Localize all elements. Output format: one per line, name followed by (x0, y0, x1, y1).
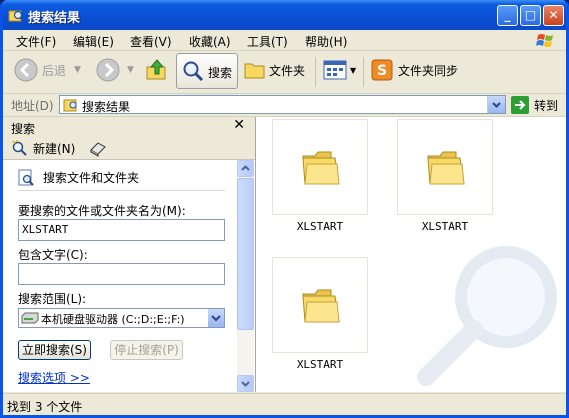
magnifier-icon (183, 61, 204, 82)
forward-dropdown-icon[interactable]: ▼ (127, 65, 134, 75)
heading-divider (18, 190, 225, 191)
up-folder-button[interactable] (145, 51, 169, 89)
new-search-label: 新建(N) (33, 141, 76, 156)
new-search-button[interactable]: 新建(N) (11, 139, 75, 157)
address-value: 搜索结果 (82, 100, 131, 114)
forward-arrow-icon (96, 58, 120, 82)
folders-icon (244, 63, 265, 79)
search-results-icon (63, 99, 77, 112)
folder-icon (427, 151, 465, 185)
result-name: XLSTART (421, 220, 469, 233)
lookin-value: 本机硬盘驱动器 (C:;D:;E:;F:) (41, 313, 185, 326)
search-form: 搜索文件和文件夹 要搜索的文件或文件夹名为(M): XLSTART 包含文字(C… (3, 160, 237, 392)
toolbar-separator (315, 57, 316, 87)
search-toolbar-label: 搜索 (208, 66, 233, 80)
search-folder-icon (8, 10, 24, 22)
scroll-thumb[interactable] (237, 178, 254, 330)
menu-bar: 文件(F) 编辑(E) 查看(V) 收藏(A) 工具(T) 帮助(H) (3, 30, 566, 51)
search-heading: 搜索文件和文件夹 (43, 171, 140, 185)
folder-sync-icon: S (371, 59, 393, 81)
stop-search-button[interactable]: 停止搜索(P) (110, 340, 183, 360)
address-input[interactable]: 搜索结果 (59, 95, 506, 114)
go-label: 转到 (534, 98, 559, 113)
search-pane-title: 搜索 (11, 122, 36, 136)
go-button[interactable]: 转到 (511, 95, 558, 115)
window-title: 搜索结果 (28, 11, 81, 26)
search-options-link[interactable]: 搜索选项 >> (18, 369, 90, 386)
minimize-button[interactable]: _ (497, 5, 518, 26)
result-item[interactable]: XLSTART (397, 119, 493, 239)
back-label: 后退 (42, 63, 67, 78)
chevron-down-icon (241, 381, 250, 387)
result-item[interactable]: XLSTART (272, 257, 368, 377)
menu-edit[interactable]: 编辑(E) (73, 33, 114, 50)
close-button[interactable]: ✕ (543, 5, 564, 26)
folder-icon (302, 151, 340, 185)
name-label: 要搜索的文件或文件夹名为(M): (18, 204, 186, 218)
status-bar: 找到 3 个文件 (3, 393, 566, 415)
lookin-label: 搜索范围(L): (18, 292, 87, 306)
forward-button[interactable]: ▼ (95, 51, 134, 89)
contains-input[interactable] (18, 263, 225, 285)
search-toolbar-button[interactable]: 搜索 (176, 53, 238, 89)
folder-sync-button[interactable]: S 文件夹同步 (371, 51, 458, 89)
search-pane: 搜索 ✕ 新建(N) 搜索文件和文件夹 要搜索的文件或文件夹名为(M): XLS… (3, 117, 256, 392)
result-thumbnail (397, 119, 493, 215)
result-item[interactable]: XLSTART (272, 119, 368, 239)
toolbar-separator (363, 57, 364, 87)
watermark-magnifier-icon (417, 246, 557, 386)
folder-sync-label: 文件夹同步 (398, 63, 459, 78)
search-document-icon (18, 169, 34, 186)
hard-drive-icon (21, 312, 39, 324)
address-label: 地址(D) (11, 99, 54, 113)
back-dropdown-icon[interactable]: ▼ (74, 65, 81, 75)
address-dropdown-button[interactable] (487, 96, 505, 113)
folder-icon (302, 289, 340, 323)
scroll-down-button[interactable] (237, 375, 254, 392)
back-arrow-icon (14, 58, 38, 82)
result-name: XLSTART (296, 220, 344, 233)
result-name: XLSTART (296, 358, 344, 371)
menu-favorites[interactable]: 收藏(A) (189, 33, 231, 50)
menu-file[interactable]: 文件(F) (16, 33, 56, 50)
go-arrow-icon (511, 96, 529, 114)
up-folder-icon (146, 59, 166, 80)
new-search-icon (12, 140, 27, 156)
lookin-select[interactable]: 本机硬盘驱动器 (C:;D:;E:;F:) (18, 308, 225, 328)
explorer-window: 搜索结果 _ □ ✕ 文件(F) 编辑(E) 查看(V) 收藏(A) 工具(T)… (0, 0, 569, 418)
svg-text:S: S (377, 63, 387, 79)
search-pane-toolbar: 新建(N) (3, 137, 255, 160)
folders-button[interactable]: 文件夹 (244, 51, 305, 89)
close-icon[interactable]: ✕ (233, 117, 245, 133)
result-thumbnail (272, 257, 368, 353)
folders-label: 文件夹 (269, 63, 306, 78)
toolbar: 后退 ▼ ▼ 搜索 文件夹 ▼ S 文件夹同步 (3, 51, 566, 94)
result-thumbnail (272, 119, 368, 215)
menu-help[interactable]: 帮助(H) (305, 33, 347, 50)
lookin-dropdown-button[interactable] (208, 309, 224, 327)
chevron-down-icon (492, 102, 501, 108)
address-bar: 地址(D) 搜索结果 转到 (3, 94, 566, 117)
scroll-up-button[interactable] (237, 160, 254, 177)
chevron-down-icon (211, 315, 221, 322)
book-icon (90, 142, 106, 157)
search-pane-header: 搜索 ✕ (3, 117, 255, 138)
search-companion-button[interactable] (89, 139, 107, 160)
views-dropdown-icon[interactable]: ▼ (350, 66, 356, 75)
search-now-button[interactable]: 立即搜索(S) (18, 340, 91, 360)
contains-label: 包含文字(C): (18, 248, 88, 262)
status-text: 找到 3 个文件 (7, 400, 83, 414)
back-button[interactable]: 后退 ▼ (13, 51, 81, 89)
maximize-button[interactable]: □ (520, 5, 541, 26)
menu-tools[interactable]: 工具(T) (247, 33, 288, 50)
views-button[interactable]: ▼ (323, 51, 356, 89)
title-bar[interactable]: 搜索结果 _ □ ✕ (3, 0, 566, 30)
name-input[interactable]: XLSTART (18, 219, 225, 241)
views-icon (323, 60, 347, 80)
results-pane: XLSTART XLSTART XLSTART (256, 117, 566, 392)
menu-view[interactable]: 查看(V) (130, 33, 172, 50)
windows-logo-icon (536, 34, 553, 47)
search-pane-scrollbar[interactable] (237, 160, 254, 392)
chevron-up-icon (241, 165, 250, 171)
